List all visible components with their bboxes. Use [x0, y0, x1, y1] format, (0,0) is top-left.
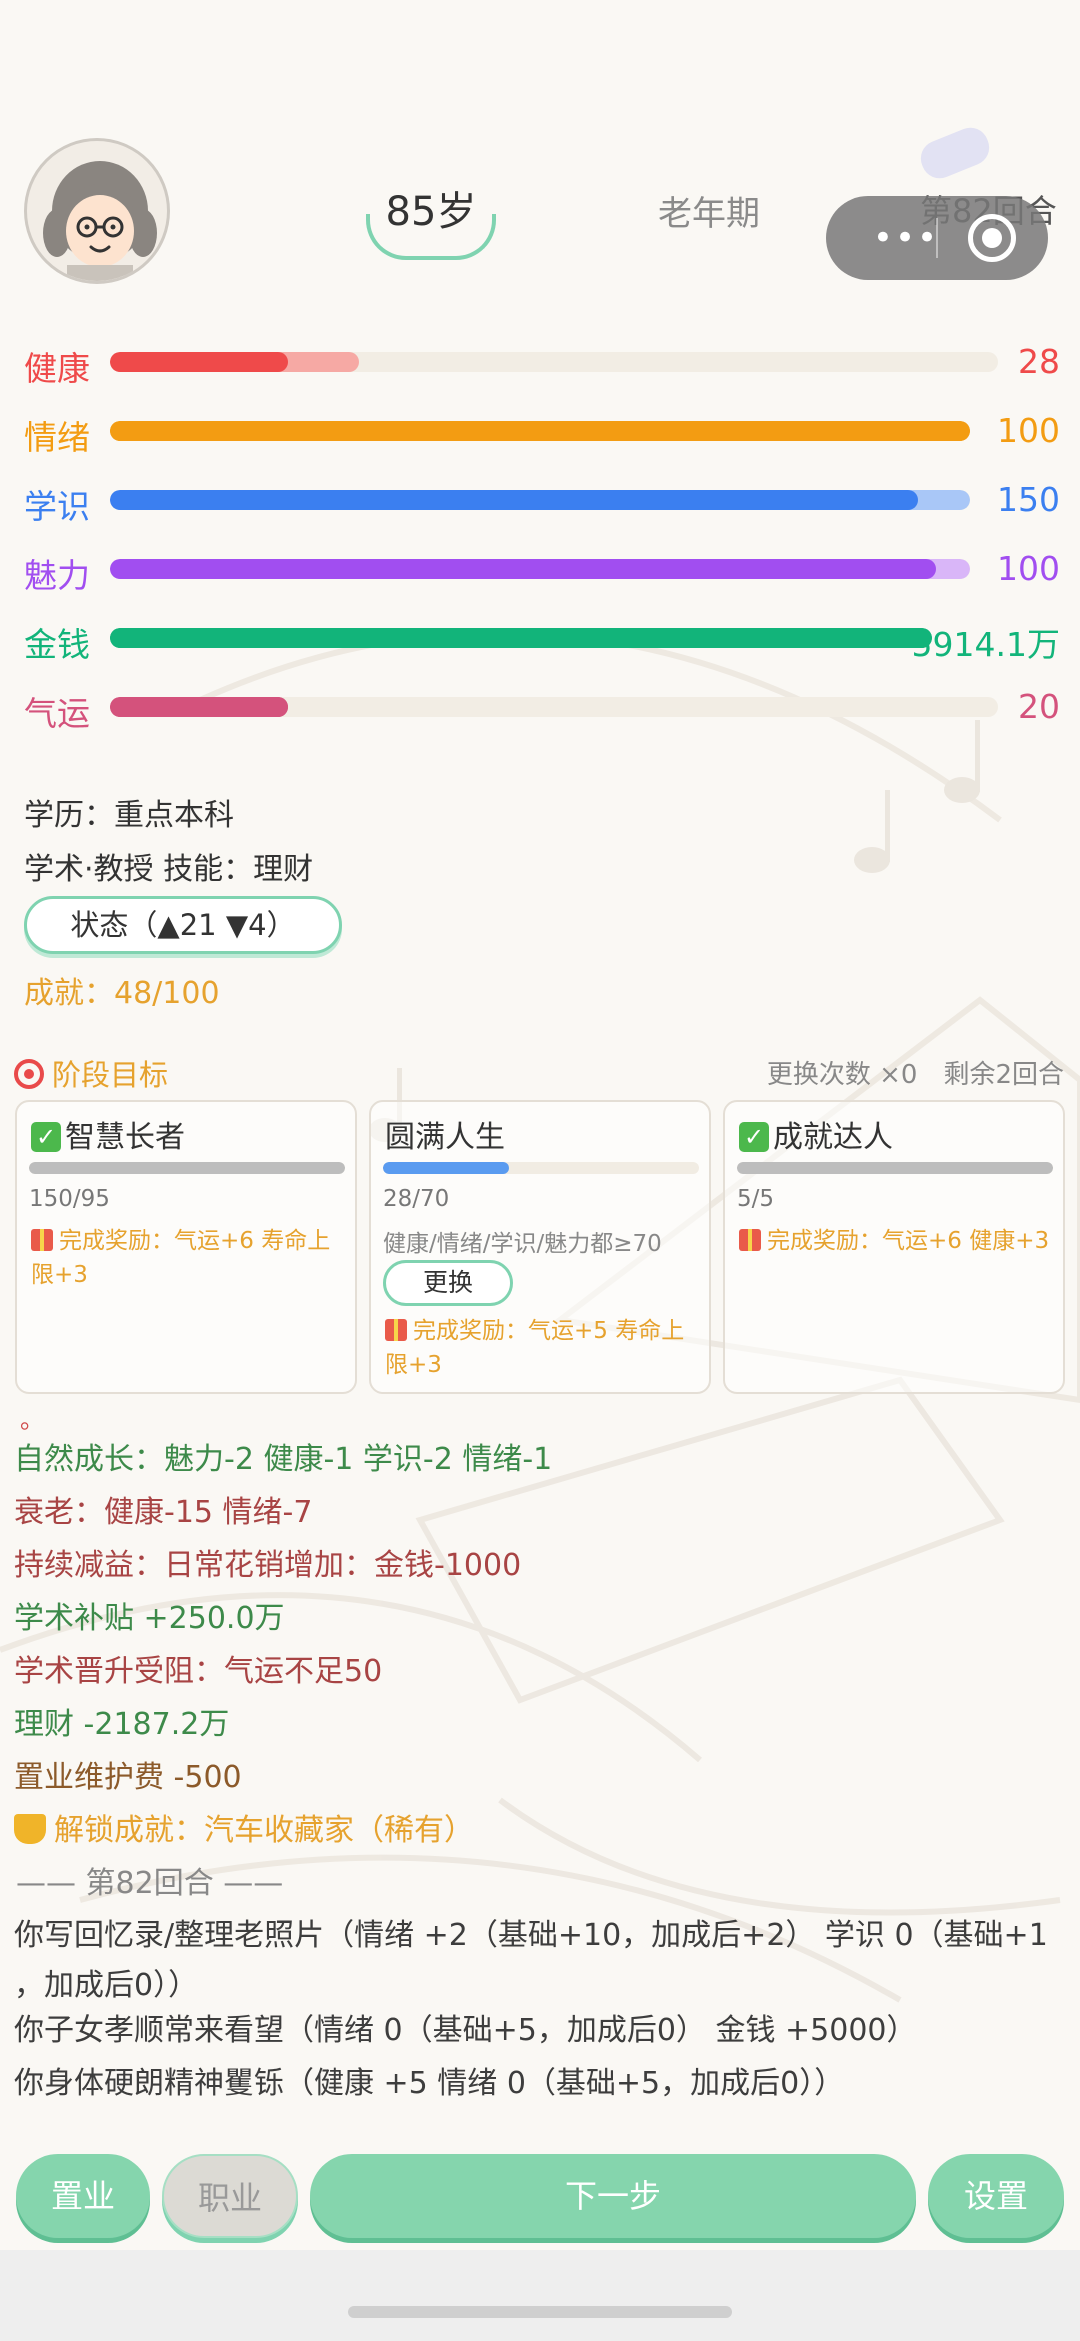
gift-icon [385, 1319, 407, 1341]
stat-row: 魅力 100 [24, 545, 1060, 597]
age-display: 85岁 [366, 170, 496, 260]
target-icon [14, 1059, 44, 1089]
stat-row: 情绪 100 [24, 407, 1060, 459]
stat-value: 28 [1018, 342, 1060, 381]
mini-program-capsule: ••• [826, 196, 1048, 280]
career-button[interactable]: 职业 [162, 2154, 298, 2238]
stage-goals-header: 阶段目标 [14, 1052, 168, 1094]
log-line: 你子女孝顺常来看望（情绪 0（基础+5，加成后0） 金钱 +5000） [14, 2013, 917, 2048]
stat-bar-fill [110, 628, 932, 648]
achievement-unlock-line: 解锁成就：汽车收藏家（稀有） [14, 1805, 474, 1849]
stat-bar [110, 352, 998, 372]
stat-row: 金钱 5914.1万 [24, 614, 1060, 666]
life-stage: 老年期 [658, 194, 760, 234]
close-target-icon[interactable] [968, 214, 1016, 262]
career-skill-line: 学术·教授 技能：理财 [24, 852, 314, 887]
goal-progress-text: 150/95 [29, 1186, 110, 1212]
goal-title: 圆满人生 [385, 1120, 505, 1155]
stat-label: 学识 [24, 487, 90, 526]
home-indicator[interactable] [348, 2306, 732, 2318]
stage-goals-title: 阶段目标 [52, 1058, 169, 1092]
goal-reward: 完成奖励：气运+6 健康+3 [739, 1224, 1055, 1258]
goal-card-2[interactable]: 圆满人生 28/70 健康/情绪/学识/魅力都≥70 更换 完成奖励：气运+5 … [369, 1100, 711, 1394]
stat-label: 气运 [24, 694, 90, 733]
log-line: 置业维护费 -500 [14, 1760, 242, 1795]
goal-progress-text: 28/70 [383, 1186, 450, 1212]
goal-card-3[interactable]: ✓ 成就达人 5/5 完成奖励：气运+6 健康+3 [723, 1100, 1065, 1394]
log-line: 持续减益：日常花销增加：金钱-1000 [14, 1548, 522, 1583]
stat-bar [110, 628, 932, 648]
log-line: 你身体硬朗精神矍铄（健康 +5 情绪 0（基础+5，加成后0）） [14, 2066, 845, 2101]
stat-value: 100 [997, 549, 1060, 588]
game-screen: 85岁 老年期 第82回合 ••• 健康28情绪100学识150魅力100金钱5… [0, 0, 1080, 2341]
goal-progress-text: 5/5 [737, 1186, 775, 1212]
bottom-bar-background [0, 2250, 1080, 2341]
stat-bar [110, 421, 970, 441]
stat-label: 情绪 [24, 418, 90, 457]
stat-label: 金钱 [24, 625, 90, 664]
log-line: ，加成后0）） [14, 1968, 199, 2003]
log-line: 学术晋升受阻：气运不足50 [14, 1654, 383, 1689]
goal-progress-fill [383, 1162, 510, 1174]
stat-row: 学识 150 [24, 476, 1060, 528]
stat-bar [110, 490, 970, 510]
gift-icon [739, 1229, 761, 1251]
stat-row: 健康 28 [24, 338, 1060, 390]
gift-icon [31, 1229, 53, 1251]
goal-reward: 完成奖励：气运+5 寿命上限+3 [385, 1318, 685, 1378]
goal-progress-bar [737, 1162, 1053, 1174]
stat-bar-fill [110, 352, 288, 372]
settings-button[interactable]: 设置 [928, 2154, 1064, 2238]
checkmark-icon: ✓ [739, 1122, 769, 1152]
goal-meta: 更换次数 ×0 剩余2回合 [766, 1060, 1064, 1090]
stat-value: 5914.1万 [911, 625, 1060, 664]
stat-value: 150 [997, 480, 1060, 519]
stat-row: 气运 20 [24, 683, 1060, 735]
achievement-progress[interactable]: 成就：48/100 [24, 968, 220, 1012]
education-line: 学历：重点本科 [24, 798, 234, 833]
stat-label: 健康 [24, 349, 90, 388]
log-line: 衰老：健康-15 情绪-7 [14, 1495, 313, 1530]
round-divider: —— 第82回合 —— [16, 1866, 284, 1901]
stat-bar [110, 697, 998, 717]
goal-description: 健康/情绪/学识/魅力都≥70 [383, 1231, 662, 1257]
next-step-button[interactable]: 下一步 [310, 2154, 916, 2238]
goal-progress-fill [737, 1162, 1053, 1174]
avatar[interactable] [24, 138, 170, 284]
goal-title: ✓ 成就达人 [739, 1112, 893, 1156]
stat-bar [110, 559, 970, 579]
goal-card-1[interactable]: ✓ 智慧长者 150/95 完成奖励：气运+6 寿命上限+3 [15, 1100, 357, 1394]
stat-bar-fill [110, 490, 919, 510]
bottle-icon [915, 122, 995, 184]
goal-title: ✓ 智慧长者 [31, 1112, 185, 1156]
stat-bar-fill [110, 421, 970, 441]
goal-progress-bar [383, 1162, 699, 1174]
more-icon[interactable]: ••• [856, 218, 956, 258]
stat-value: 100 [997, 411, 1060, 450]
trophy-icon [14, 1814, 46, 1844]
property-button[interactable]: 置业 [16, 2154, 150, 2238]
capsule-divider [936, 218, 938, 258]
elder-avatar-icon [43, 161, 157, 281]
swap-goal-button[interactable]: 更换 [383, 1260, 513, 1306]
goal-progress-fill [29, 1162, 345, 1174]
status-button[interactable]: 状态（▲21 ▼4） [24, 896, 342, 954]
checkmark-icon: ✓ [31, 1122, 61, 1152]
goal-progress-bar [29, 1162, 345, 1174]
log-line: 你写回忆录/整理老照片（情绪 +2（基础+10，加成后+2） 学识 0（基础+1 [14, 1918, 1048, 1953]
stat-bar-fill [110, 697, 288, 717]
stray-mark: 。 [20, 1406, 44, 1434]
goal-reward: 完成奖励：气运+6 寿命上限+3 [31, 1228, 331, 1288]
log-line: 学术补贴 +250.0万 [14, 1601, 285, 1636]
stat-bar-fill [110, 559, 936, 579]
age-underline [366, 214, 496, 260]
stat-value: 20 [1018, 687, 1060, 726]
stat-label: 魅力 [24, 556, 90, 595]
log-line: 理财 -2187.2万 [14, 1707, 230, 1742]
log-line: 自然成长：魅力-2 健康-1 学识-2 情绪-1 [14, 1442, 553, 1477]
